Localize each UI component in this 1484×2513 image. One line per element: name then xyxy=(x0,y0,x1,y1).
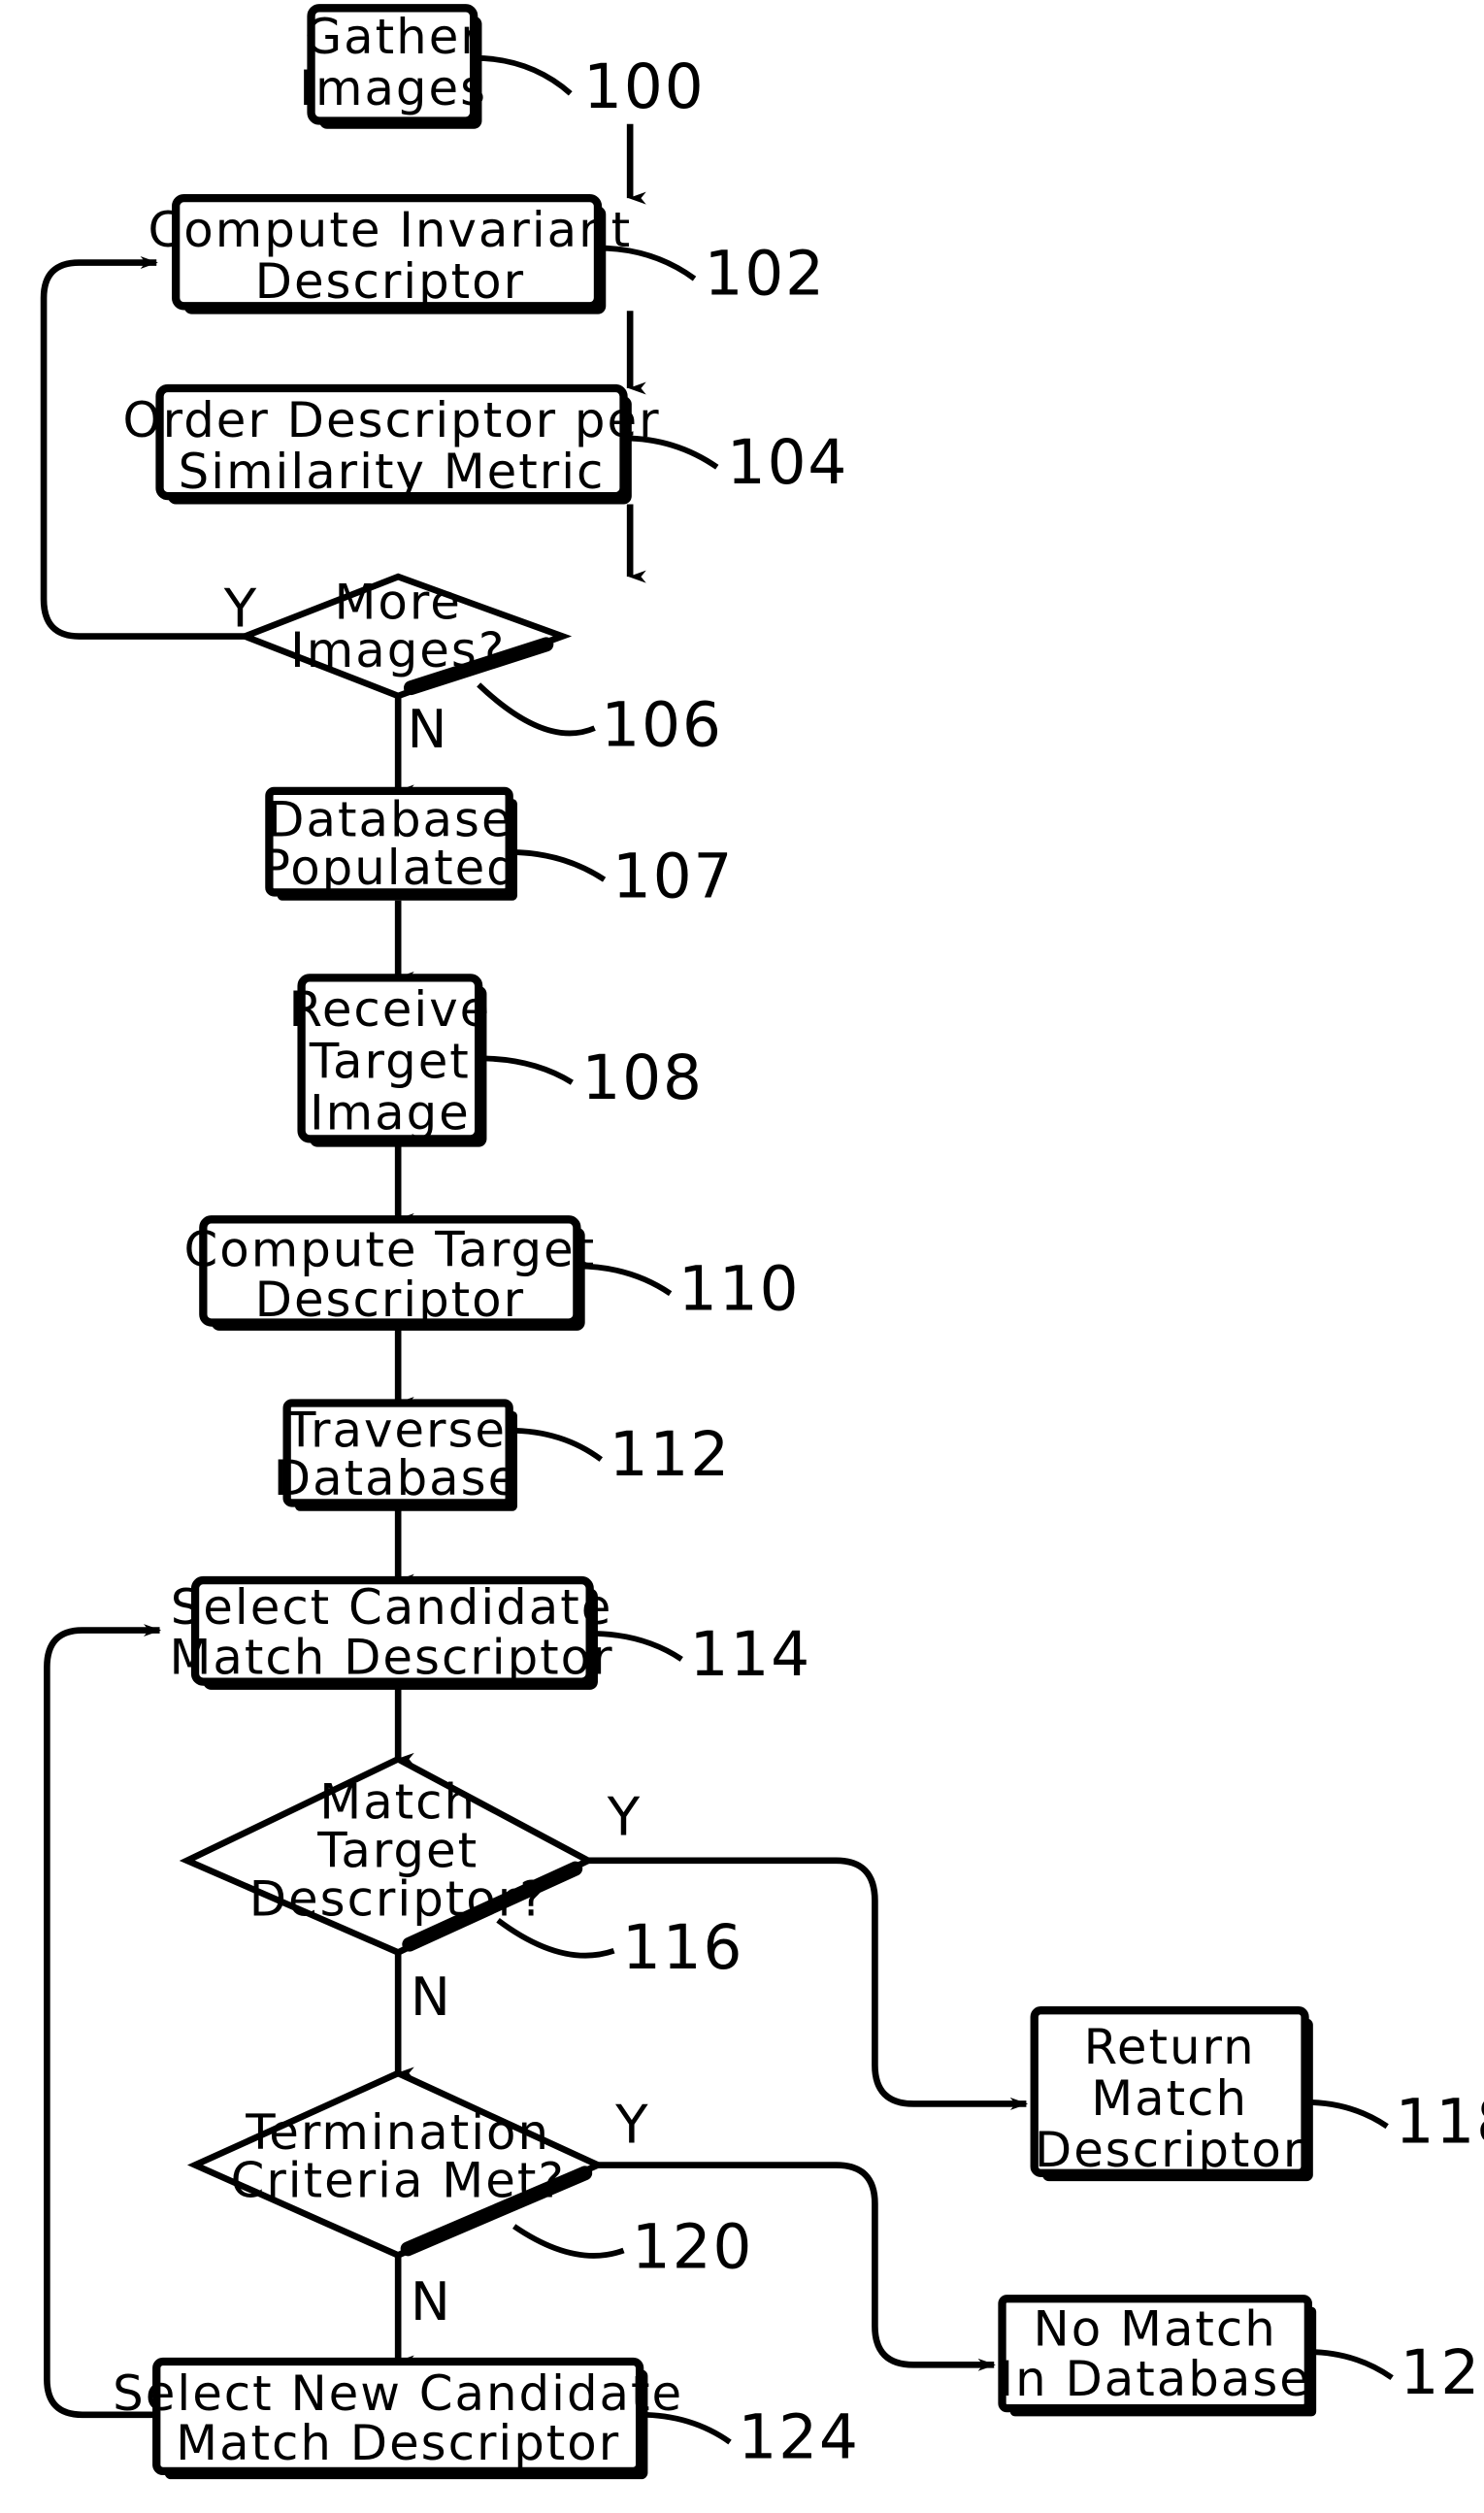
ref-numeral-110: 110 xyxy=(678,1252,800,1324)
flowchart-canvas: Gather Images 100 Compute Invariant Desc… xyxy=(0,0,1484,2513)
node-label-line3: Descriptor? xyxy=(249,1870,547,1927)
leader-line-122 xyxy=(1307,2349,1394,2380)
node-compute-invariant-descriptor: Compute Invariant Descriptor xyxy=(148,193,633,314)
branch-label-116-yes: Y xyxy=(607,1785,641,1847)
leader-line-100 xyxy=(474,54,573,96)
node-database-populated: Database Populated xyxy=(261,786,519,901)
leader-line-107 xyxy=(509,849,607,882)
node-gather-images: Gather Images xyxy=(299,4,487,129)
node-no-match-in-database: No Match In Database xyxy=(998,2295,1317,2417)
node-label-line1: No Match xyxy=(1034,2300,1277,2357)
node-receive-target-image: Receive Target Image xyxy=(288,974,491,1147)
node-label-line2: Match Descriptor xyxy=(176,2415,620,2471)
node-match-target-descriptor-decision: Match Target Descriptor? xyxy=(179,1755,596,1957)
branch-label-106-yes: Y xyxy=(223,578,257,640)
flowchart-diagram: Gather Images 100 Compute Invariant Desc… xyxy=(40,4,1484,2480)
node-label-line1: Select Candidate xyxy=(171,1579,613,1636)
ref-numeral-122: 122 xyxy=(1400,2336,1484,2408)
ref-numeral-107: 107 xyxy=(612,840,734,911)
node-return-match-descriptor: Return Match Descriptor xyxy=(1030,2006,1313,2182)
node-label-line1: Compute Invariant xyxy=(148,202,633,258)
node-label-line2: Descriptor xyxy=(255,253,525,310)
ref-numeral-108: 108 xyxy=(581,1042,703,1113)
node-label-line2: Descriptor xyxy=(255,1272,525,1328)
leader-line-120 xyxy=(512,2224,625,2259)
node-traverse-database: Traverse Database xyxy=(274,1399,519,1511)
node-label-line3: Image xyxy=(310,1084,471,1141)
node-label-line2: In Database xyxy=(999,2351,1310,2407)
ref-numeral-116: 116 xyxy=(622,1911,743,1983)
node-label-line1: Gather xyxy=(305,9,482,65)
ref-numeral-118: 118 xyxy=(1395,2085,1484,2157)
connector-124-loop-to-114 xyxy=(44,1624,162,2419)
leader-line-112 xyxy=(509,1427,604,1462)
node-label-line1: Order Descriptor per xyxy=(122,392,660,448)
branch-label-120-yes: Y xyxy=(614,2093,648,2155)
node-label-line1: Receive xyxy=(288,981,491,1038)
ref-numeral-102: 102 xyxy=(704,238,825,310)
leader-line-118 xyxy=(1304,2099,1389,2130)
node-label-line1: Compute Target xyxy=(184,1221,597,1277)
ref-numeral-114: 114 xyxy=(690,1618,811,1690)
branch-label-116-no: N xyxy=(411,1966,450,2028)
node-label-line2: Target xyxy=(309,1033,471,1089)
ref-numeral-124: 124 xyxy=(738,2401,859,2473)
branch-label-106-no: N xyxy=(408,698,447,760)
node-more-images-decision: More Images? xyxy=(236,573,573,700)
node-label-line2: Criteria Met? xyxy=(231,2153,566,2209)
node-label-line2: Database xyxy=(274,1450,519,1506)
node-compute-target-descriptor: Compute Target Descriptor xyxy=(184,1215,597,1331)
ref-numeral-104: 104 xyxy=(727,426,848,498)
node-label-line2: Images? xyxy=(290,622,506,678)
ref-numeral-112: 112 xyxy=(610,1418,731,1490)
node-label-line2: Images xyxy=(299,60,487,116)
node-label-line2: Similarity Metric xyxy=(179,444,606,500)
node-label-line2: Match xyxy=(1091,2070,1248,2127)
node-label-line3: Descriptor xyxy=(1035,2122,1304,2178)
branch-label-120-no: N xyxy=(411,2270,450,2332)
leader-line-108 xyxy=(478,1055,574,1085)
node-order-descriptor: Order Descriptor per Similarity Metric xyxy=(122,383,660,505)
node-label-line2: Match Descriptor xyxy=(170,1629,614,1685)
ref-numeral-100: 100 xyxy=(583,50,705,122)
ref-numeral-106: 106 xyxy=(601,688,722,760)
node-select-candidate-match-descriptor: Select Candidate Match Descriptor xyxy=(170,1575,614,1690)
node-label-line1: Select New Candidate xyxy=(113,2365,683,2422)
node-termination-criteria-decision: Termination Criteria Met? xyxy=(186,2069,606,2260)
node-label-line2: Populated xyxy=(261,840,519,896)
node-select-new-candidate-match-descriptor: Select New Candidate Match Descriptor xyxy=(113,2357,683,2480)
node-label-line1: Return xyxy=(1084,2019,1256,2075)
leader-line-106 xyxy=(477,682,596,737)
ref-numeral-120: 120 xyxy=(632,2211,753,2283)
